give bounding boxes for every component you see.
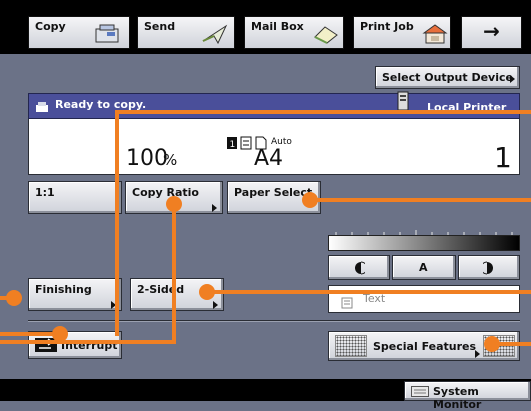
copy-ratio-label: Copy Ratio xyxy=(132,186,199,199)
chevron-right-icon xyxy=(212,204,217,212)
select-output-device-button[interactable]: Select Output Device xyxy=(375,66,520,89)
callout-line xyxy=(0,340,176,344)
system-monitor-label: System Monitor xyxy=(433,385,482,411)
callout-line xyxy=(115,110,531,114)
density-darker-button[interactable] xyxy=(458,255,520,280)
callout-marker xyxy=(166,196,182,212)
chevron-right-icon xyxy=(213,301,218,309)
copy-ratio-value: 100 xyxy=(126,146,168,171)
finishing-button[interactable]: Finishing xyxy=(28,278,122,311)
callout-line xyxy=(495,342,531,346)
density-tick-marks xyxy=(330,223,520,237)
tab-mail-box[interactable]: Mail Box xyxy=(244,16,344,49)
tab-copy[interactable]: Copy xyxy=(28,16,130,49)
callout-line xyxy=(115,110,119,336)
half-circle-left-icon xyxy=(353,261,368,275)
callout-line xyxy=(315,198,531,202)
callout-marker xyxy=(6,290,22,306)
tab-mail-box-label: Mail Box xyxy=(251,20,304,33)
copier-status-icon xyxy=(35,98,49,112)
forward-button[interactable]: → xyxy=(461,16,522,49)
divider xyxy=(28,320,520,322)
dots-pattern-icon xyxy=(335,335,367,357)
copy-display: 100 % 1 Auto A4 1 xyxy=(28,119,520,175)
tab-copy-label: Copy xyxy=(35,20,66,33)
copier-icon xyxy=(93,23,123,45)
two-sided-label: 2-Sided xyxy=(137,283,185,296)
mailbox-icon xyxy=(311,23,341,45)
density-lighter-button[interactable] xyxy=(328,255,390,280)
chevron-right-icon xyxy=(475,350,480,358)
callout-marker xyxy=(302,192,318,208)
copy-count: 1 xyxy=(494,141,512,174)
tab-send[interactable]: Send xyxy=(137,16,235,49)
arrow-right-icon: → xyxy=(483,19,500,43)
print-job-icon xyxy=(420,23,450,45)
chevron-right-icon xyxy=(510,75,515,83)
printer-icon xyxy=(397,90,409,112)
density-auto-button[interactable]: A xyxy=(392,255,456,280)
density-auto-label: A xyxy=(419,261,428,274)
text-document-icon xyxy=(341,294,353,309)
one-to-one-button[interactable]: 1:1 xyxy=(28,181,122,214)
callout-line xyxy=(172,203,176,344)
callout-marker xyxy=(484,336,500,352)
status-bar: Ready to copy. Local Printer xyxy=(28,90,520,119)
copy-ratio-unit: % xyxy=(163,151,178,169)
paper-size: A4 xyxy=(254,146,284,171)
callout-line xyxy=(0,332,60,336)
send-icon xyxy=(200,23,230,45)
finishing-label: Finishing xyxy=(35,283,92,296)
callout-line xyxy=(206,290,531,294)
density-gradient-bar xyxy=(328,235,520,251)
tab-print-job-label: Print Job xyxy=(360,20,414,33)
tab-print-job[interactable]: Print Job xyxy=(353,16,451,49)
special-features-label: Special Features xyxy=(373,340,477,353)
monitor-icon xyxy=(411,386,429,397)
select-output-device-label: Select Output Device xyxy=(382,71,513,84)
one-to-one-label: 1:1 xyxy=(35,186,55,199)
paper-select-label: Paper Select xyxy=(234,186,313,199)
tab-send-label: Send xyxy=(144,20,176,33)
system-monitor-button[interactable]: System Monitor xyxy=(404,381,531,411)
half-circle-right-icon xyxy=(480,261,495,275)
callout-marker xyxy=(199,284,215,300)
svg-text:1: 1 xyxy=(230,140,236,150)
